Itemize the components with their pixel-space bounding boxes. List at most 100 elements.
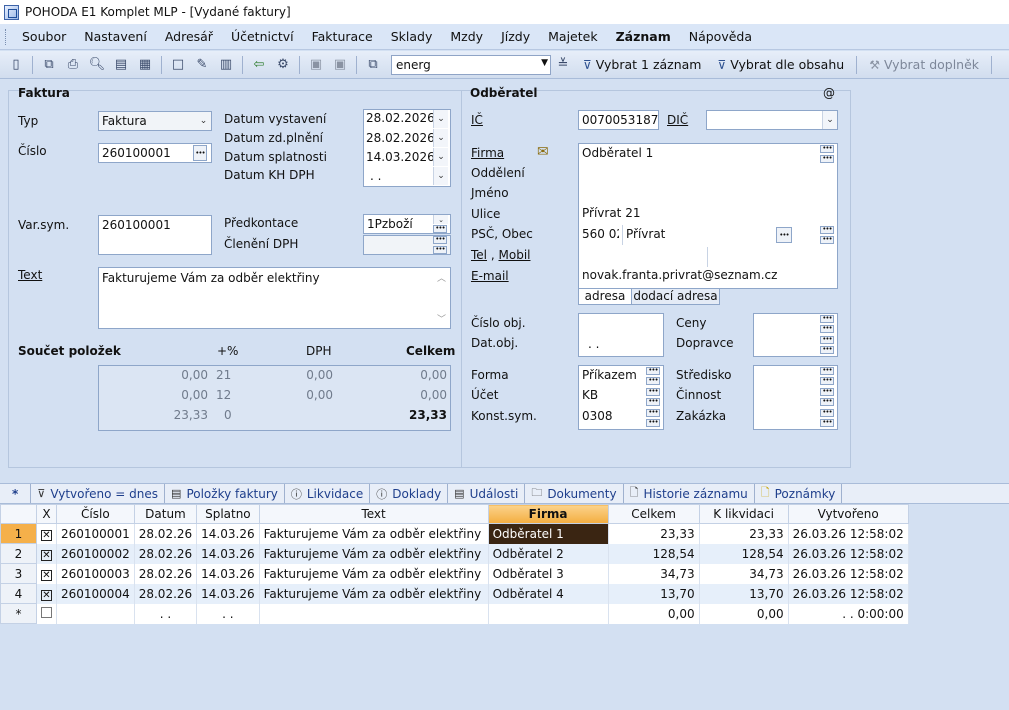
table-row[interactable]: 4 ✕ 260100004 28.02.26 14.03.26 Fakturuj… bbox=[0, 583, 909, 604]
select-content-button[interactable]: ⊽ Vybrat dle obsahu bbox=[710, 54, 853, 76]
cell-celkem[interactable]: 13,70 bbox=[608, 583, 700, 604]
chevron-down-icon[interactable]: ⌄ bbox=[822, 111, 837, 129]
menu-napoveda[interactable]: Nápověda bbox=[680, 25, 761, 49]
row-number[interactable]: 2 bbox=[0, 543, 37, 564]
tab-vytvoreno-dnes[interactable]: ⊽ Vytvořeno = dnes bbox=[31, 484, 166, 503]
menu-jizdy[interactable]: Jízdy bbox=[492, 25, 539, 49]
col-datum[interactable]: Datum bbox=[133, 504, 198, 524]
cell-k-likvidaci[interactable]: 128,54 bbox=[699, 543, 789, 564]
settings-icon[interactable]: ⚙ bbox=[273, 55, 293, 75]
text-area[interactable]: Fakturujeme Vám za odběr elektřiny bbox=[98, 267, 451, 329]
menu-fakturace[interactable]: Fakturace bbox=[303, 25, 382, 49]
cell-firma[interactable] bbox=[488, 603, 609, 624]
ellipsis-icon[interactable]: ••• bbox=[646, 409, 660, 417]
ellipsis-icon[interactable]: ••• bbox=[433, 236, 447, 244]
row-number[interactable]: 4 bbox=[0, 583, 37, 604]
cell-text[interactable]: Fakturujeme Vám za odběr elektřiny bbox=[259, 563, 489, 584]
tab-doklady[interactable]: ⓘ Doklady bbox=[370, 484, 449, 503]
obec-field[interactable]: Přívrat bbox=[622, 225, 772, 245]
cell-k-likvidaci[interactable]: 13,70 bbox=[699, 583, 789, 604]
cell-splatno[interactable]: 14.03.26 bbox=[196, 583, 260, 604]
cell-splatno[interactable]: 14.03.26 bbox=[196, 563, 260, 584]
cell-firma[interactable]: Odběratel 1 bbox=[488, 523, 609, 544]
cell-splatno[interactable]: . . bbox=[196, 603, 260, 624]
tab-likvidace[interactable]: ⓘ Likvidace bbox=[285, 484, 371, 503]
checkbox-empty-icon[interactable] bbox=[41, 606, 52, 618]
cell-vytvoreno[interactable]: 26.03.26 12:58:02 bbox=[788, 563, 909, 584]
tab-polozky[interactable]: ▤ Položky faktury bbox=[165, 484, 285, 503]
tel-link[interactable]: Tel bbox=[471, 248, 487, 262]
row-number[interactable]: 1 bbox=[0, 523, 37, 544]
cell-cislo[interactable]: 260100003 bbox=[56, 563, 135, 584]
ellipsis-icon[interactable]: ••• bbox=[820, 226, 834, 234]
row-checkbox[interactable]: ✕ bbox=[36, 543, 57, 564]
duplicate-icon[interactable]: ⧉ bbox=[363, 55, 383, 75]
new-record-row[interactable]: * . . . . 0,00 0,00 . . 0:00:00 bbox=[0, 603, 909, 624]
email-at-icon[interactable]: @ bbox=[823, 86, 835, 100]
datum-khdph-field[interactable]: . . bbox=[367, 167, 435, 187]
ulice-field[interactable]: Přívrat 21 bbox=[579, 204, 809, 224]
address-book-icon[interactable]: ✉ bbox=[537, 144, 549, 160]
firma-field[interactable]: Odběratel 1 bbox=[579, 144, 809, 164]
checkbox-checked-icon[interactable]: ✕ bbox=[41, 549, 52, 561]
ellipsis-icon[interactable]: ••• bbox=[820, 315, 834, 323]
cell-datum[interactable]: 28.02.26 bbox=[134, 563, 198, 584]
dat-obj-field[interactable]: . . bbox=[585, 335, 645, 355]
scroll-down-icon[interactable]: ﹀ bbox=[437, 312, 446, 325]
col-text[interactable]: Text bbox=[258, 504, 489, 524]
new-record-icon[interactable]: □ bbox=[168, 55, 188, 75]
col-x[interactable]: X bbox=[36, 504, 57, 524]
col-firma[interactable]: Firma bbox=[487, 504, 609, 524]
menu-soubor[interactable]: Soubor bbox=[13, 25, 75, 49]
checkbox-checked-icon[interactable]: ✕ bbox=[41, 529, 52, 541]
select-one-button[interactable]: ⊽ Vybrat 1 záznam bbox=[575, 54, 710, 76]
row-number[interactable]: * bbox=[0, 603, 37, 624]
menu-zaznam[interactable]: Záznam bbox=[607, 25, 680, 49]
cell-cislo[interactable]: 260100001 bbox=[56, 523, 135, 544]
cell-text[interactable]: Fakturujeme Vám za odběr elektřiny bbox=[259, 523, 489, 544]
tab-all[interactable]: * bbox=[0, 484, 32, 503]
pdf-icon[interactable]: ▤ bbox=[111, 55, 131, 75]
print-icon[interactable]: ⎙ bbox=[63, 55, 83, 75]
ellipsis-icon[interactable]: ••• bbox=[820, 377, 834, 385]
ellipsis-icon[interactable]: ••• bbox=[820, 155, 834, 163]
cell-celkem[interactable]: 23,33 bbox=[608, 523, 700, 544]
tab-udalosti[interactable]: ▤ Události bbox=[448, 484, 526, 503]
ellipsis-icon[interactable]: ••• bbox=[820, 398, 834, 406]
datum-zdplneni-field[interactable]: 28.02.2026 bbox=[363, 129, 435, 149]
cell-cislo[interactable]: 260100004 bbox=[56, 583, 135, 604]
select-addon-button[interactable]: ⚒ Vybrat doplněk bbox=[861, 54, 987, 76]
ellipsis-icon[interactable]: ••• bbox=[820, 419, 834, 427]
copy-icon[interactable]: ⧉ bbox=[39, 55, 59, 75]
table-row[interactable]: 3 ✕ 260100003 28.02.26 14.03.26 Fakturuj… bbox=[0, 563, 909, 584]
cell-datum[interactable]: 28.02.26 bbox=[134, 523, 198, 544]
tab-adresa[interactable]: adresa bbox=[578, 289, 632, 305]
row-number[interactable]: 3 bbox=[0, 563, 37, 584]
tab-historie[interactable]: 🗋 Historie záznamu bbox=[624, 484, 755, 503]
ellipsis-icon[interactable]: ••• bbox=[646, 367, 660, 375]
nav-panel-icon[interactable]: ▯ bbox=[6, 55, 26, 75]
row-checkbox[interactable]: ✕ bbox=[36, 523, 57, 544]
cell-k-likvidaci[interactable]: 34,73 bbox=[699, 563, 789, 584]
cell-cislo[interactable]: 260100002 bbox=[56, 543, 135, 564]
cell-text[interactable]: Fakturujeme Vám za odběr elektřiny bbox=[259, 583, 489, 604]
cell-splatno[interactable]: 14.03.26 bbox=[196, 523, 260, 544]
cell-text[interactable] bbox=[259, 603, 489, 624]
cell-celkem[interactable]: 34,73 bbox=[608, 563, 700, 584]
cell-datum[interactable]: 28.02.26 bbox=[134, 543, 198, 564]
email-field[interactable]: novak.franta.privrat@seznam.cz bbox=[579, 266, 837, 286]
dic-field[interactable]: ⌄ bbox=[706, 110, 838, 130]
ellipsis-icon[interactable]: ••• bbox=[433, 225, 447, 233]
ic-field[interactable]: 00700531878 bbox=[578, 110, 659, 130]
chevron-down-icon[interactable]: ⌄ bbox=[433, 167, 448, 185]
forma-field[interactable]: Příkazem bbox=[579, 366, 639, 386]
cell-vytvoreno[interactable]: . . 0:00:00 bbox=[788, 603, 909, 624]
ellipsis-icon[interactable]: ••• bbox=[820, 388, 834, 396]
row-checkbox[interactable]: ✕ bbox=[36, 563, 57, 584]
ellipsis-icon[interactable]: ••• bbox=[776, 227, 792, 243]
cell-datum[interactable]: 28.02.26 bbox=[134, 583, 198, 604]
search-input[interactable]: energ ▼ bbox=[391, 54, 551, 75]
menu-adresar[interactable]: Adresář bbox=[156, 25, 222, 49]
brush-icon[interactable]: ✎ bbox=[192, 55, 212, 75]
filter-icon[interactable]: ≚ bbox=[553, 55, 573, 75]
